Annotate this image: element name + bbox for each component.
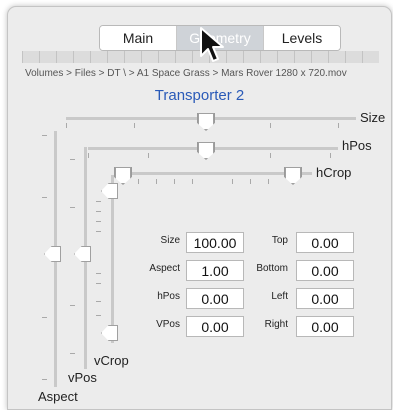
tab-levels[interactable]: Levels (264, 26, 340, 50)
vcrop-tick (96, 211, 101, 212)
size-slider-thumb[interactable] (197, 113, 215, 131)
hpos-field[interactable]: 0.00 (186, 288, 244, 309)
vcrop-tick (96, 273, 101, 274)
breadcrumb-separator: > (212, 68, 222, 79)
breadcrumb-dt[interactable]: DT \ (107, 68, 126, 79)
hcrop-tick (192, 179, 193, 184)
hpos-tick (148, 153, 149, 158)
breadcrumb-separator: > (66, 68, 75, 79)
hpos-tick (270, 153, 271, 158)
aspect-slider-thumb[interactable] (44, 246, 61, 262)
vpos-field[interactable]: 0.00 (186, 316, 244, 337)
left-field-label: Left (271, 291, 288, 302)
breadcrumb-a1-space-grass[interactable]: A1 Space Grass (137, 68, 210, 79)
aspect-field[interactable]: 1.00 (186, 260, 244, 281)
vpos-slider-thumb[interactable] (74, 246, 91, 262)
size-tick (66, 123, 67, 128)
hcrop-right-thumb[interactable] (284, 167, 302, 185)
size-tick (338, 123, 339, 128)
breadcrumb-volumes[interactable]: Volumes (25, 68, 63, 79)
hcrop-tick (138, 179, 139, 184)
hcrop-slider-track[interactable] (114, 172, 312, 175)
vcrop-bottom-thumb[interactable] (101, 325, 118, 341)
hcrop-tick (268, 179, 269, 184)
aspect-tick (42, 379, 47, 380)
hpos-tick (88, 153, 89, 158)
right-field[interactable]: 0.00 (296, 316, 354, 337)
aspect-tick (42, 317, 47, 318)
vcrop-tick (96, 301, 101, 302)
hpos-field-label: hPos (157, 291, 180, 302)
top-field[interactable]: 0.00 (296, 232, 354, 253)
geometry-panel: Main Geometry Levels Volumes > Files > D… (7, 6, 392, 410)
vpos-tick (70, 353, 75, 354)
hpos-slider-label: hPos (342, 138, 372, 153)
vpos-slider-label: vPos (68, 370, 97, 385)
breadcrumb-separator: > (128, 68, 137, 79)
hcrop-tick (250, 179, 251, 184)
size-tick (134, 123, 135, 128)
right-field-label: Right (264, 319, 288, 330)
aspect-slider-label: Aspect (38, 389, 78, 404)
vpos-tick (70, 159, 75, 160)
aspect-tick (42, 135, 47, 136)
vcrop-slider-track[interactable] (111, 175, 114, 343)
vcrop-slider-label: vCrop (94, 353, 129, 368)
size-tick (270, 123, 271, 128)
aspect-field-label: Aspect (149, 263, 180, 274)
hcrop-tick (156, 179, 157, 184)
vcrop-tick (96, 315, 101, 316)
bottom-field-label: Bottom (256, 263, 288, 274)
vpos-tick (70, 305, 75, 306)
left-field[interactable]: 0.00 (296, 288, 354, 309)
hcrop-slider-label: hCrop (316, 165, 352, 180)
hpos-slider-thumb[interactable] (197, 142, 215, 160)
vcrop-tick (96, 283, 101, 284)
hpos-tick (330, 153, 331, 158)
vpos-field-label: VPos (156, 319, 180, 330)
vcrop-tick (96, 221, 101, 222)
vcrop-tick (96, 201, 101, 202)
vpos-tick (70, 207, 75, 208)
size-slider-label: Size (360, 110, 386, 125)
size-field-label: Size (160, 235, 180, 246)
page-title: Transporter 2 (154, 87, 245, 104)
hcrop-tick (174, 179, 175, 184)
vcrop-tick (96, 231, 101, 232)
bottom-field[interactable]: 0.00 (296, 260, 354, 281)
size-field[interactable]: 100.00 (186, 232, 244, 253)
breadcrumb-files[interactable]: Files (75, 68, 96, 79)
vcrop-top-thumb[interactable] (101, 183, 118, 199)
arrow-pointer-icon (200, 27, 224, 62)
top-field-label: Top (271, 235, 288, 246)
hcrop-left-thumb[interactable] (114, 167, 132, 185)
aspect-tick (42, 197, 47, 198)
breadcrumb-file[interactable]: Mars Rover 1280 x 720.mov (221, 68, 347, 79)
tab-main[interactable]: Main (100, 26, 177, 50)
breadcrumb-separator: > (98, 68, 108, 79)
hcrop-tick (232, 179, 233, 184)
breadcrumb: Volumes > Files > DT \ > A1 Space Grass … (25, 68, 347, 79)
